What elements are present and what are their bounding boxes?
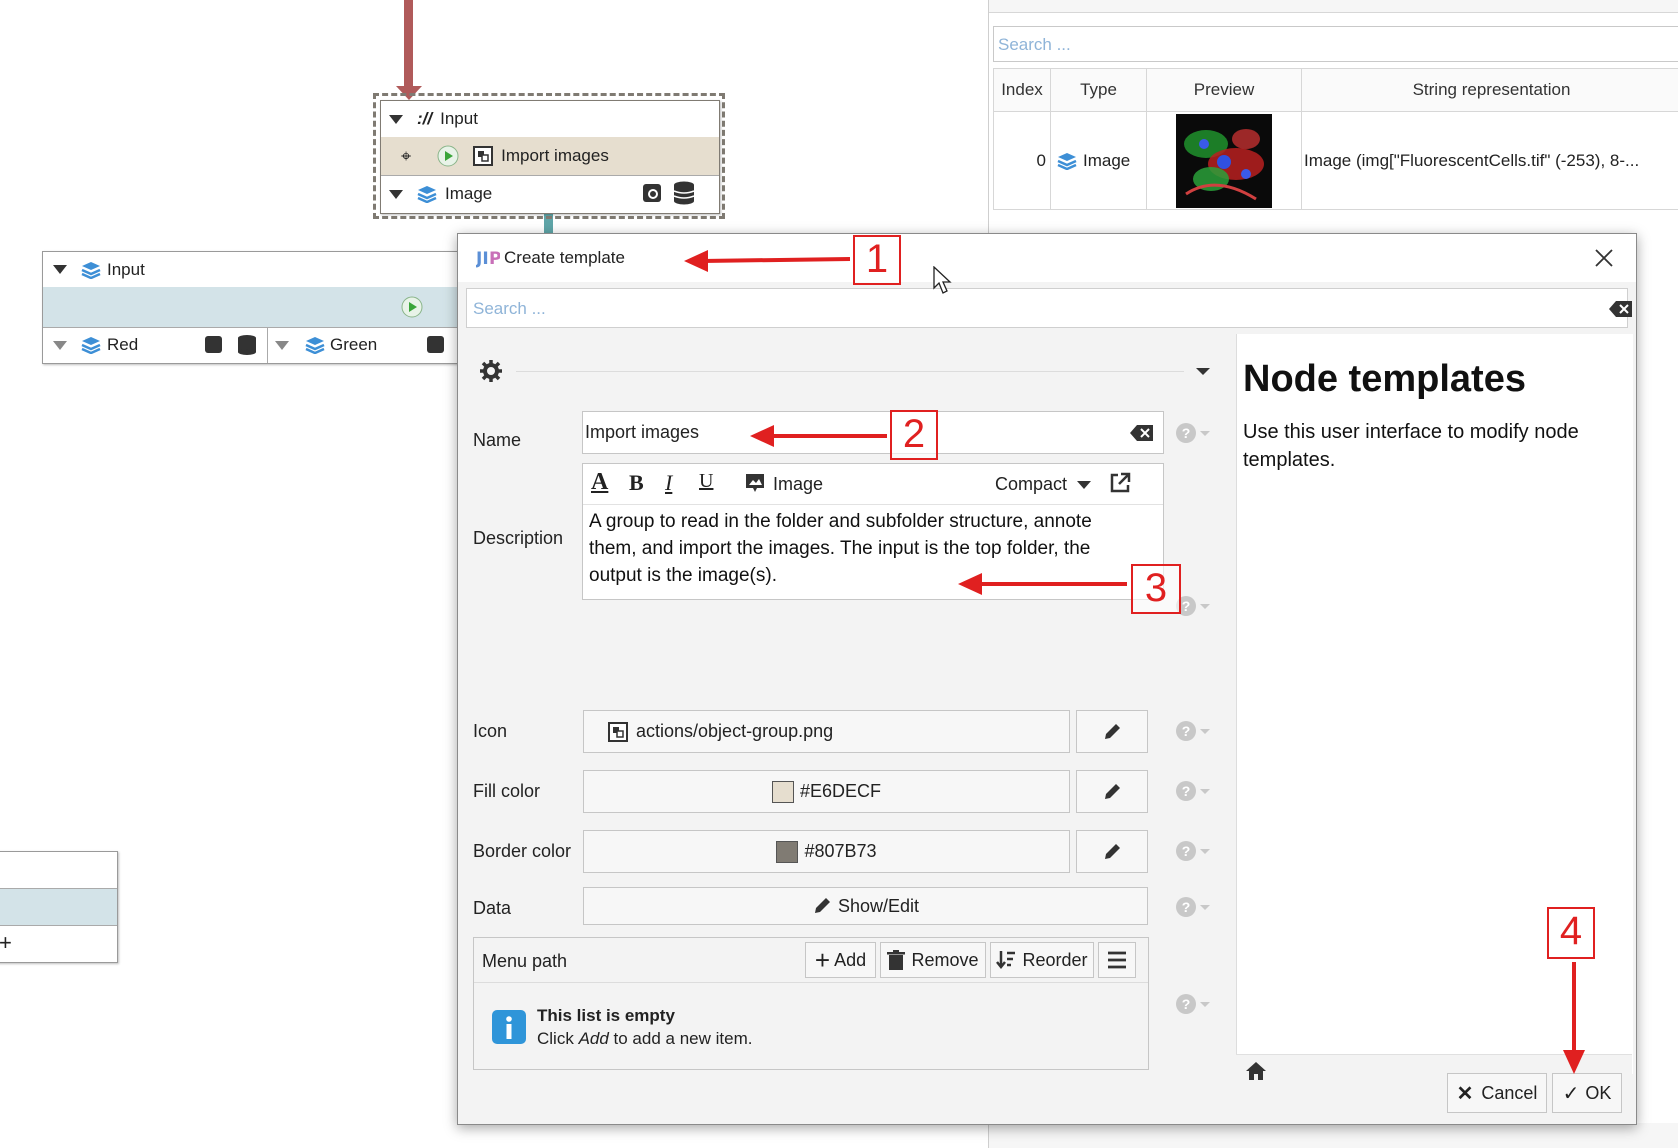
annotation-label-4: 4 — [1547, 907, 1595, 959]
annotation-arrowhead-2 — [750, 425, 774, 447]
annotation-overlay — [684, 250, 1585, 1074]
annotation-label-3: 3 — [1131, 564, 1181, 614]
annotation-label-2: 2 — [890, 410, 938, 460]
annotation-arrowhead-1 — [684, 250, 708, 272]
annotation-arrowhead-4 — [1563, 1050, 1585, 1074]
annotation-arrowhead-3 — [958, 573, 982, 595]
annotation-arrow-1 — [701, 257, 851, 263]
annotation-label-1: 1 — [853, 235, 901, 285]
mouse-cursor-icon — [933, 266, 952, 294]
